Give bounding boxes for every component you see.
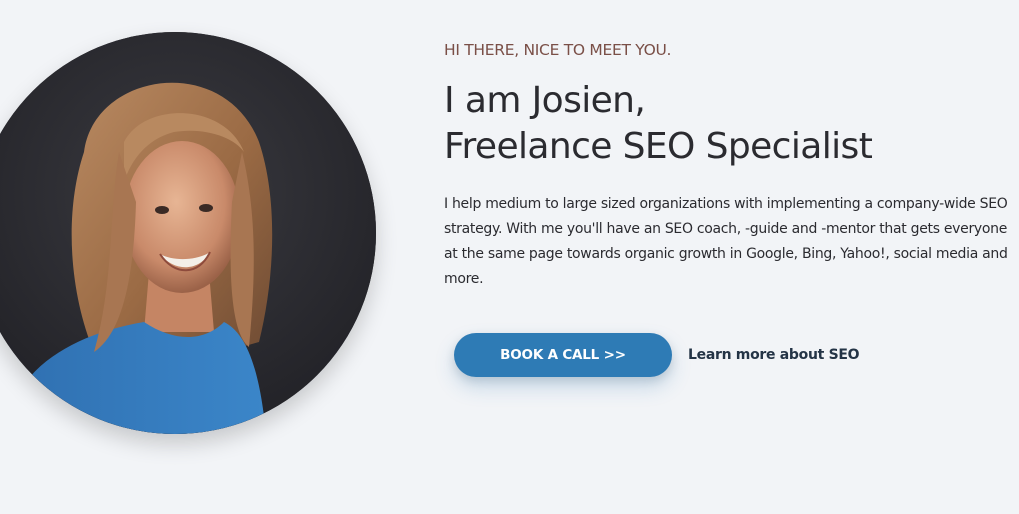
intro-description: I help medium to large sized organizatio… xyxy=(444,196,1008,287)
greeting-text: HI THERE, NICE TO MEET YOU. xyxy=(444,41,672,59)
portrait-icon xyxy=(0,32,376,434)
intro-block: HI THERE, NICE TO MEET YOU. I am Josien,… xyxy=(444,40,1019,292)
headline-name: I am Josien, xyxy=(444,80,646,121)
portrait-photo xyxy=(0,32,376,434)
book-a-call-button[interactable]: BOOK A CALL >> xyxy=(454,333,672,377)
page-title: I am Josien, Freelance SEO Specialist xyxy=(444,78,1019,170)
cta-row: BOOK A CALL >> Learn more about SEO xyxy=(454,333,860,377)
headline-role: Freelance SEO Specialist xyxy=(444,126,873,167)
learn-more-seo-link[interactable]: Learn more about SEO xyxy=(688,347,860,363)
hero-section: HI THERE, NICE TO MEET YOU. I am Josien,… xyxy=(0,0,1019,514)
